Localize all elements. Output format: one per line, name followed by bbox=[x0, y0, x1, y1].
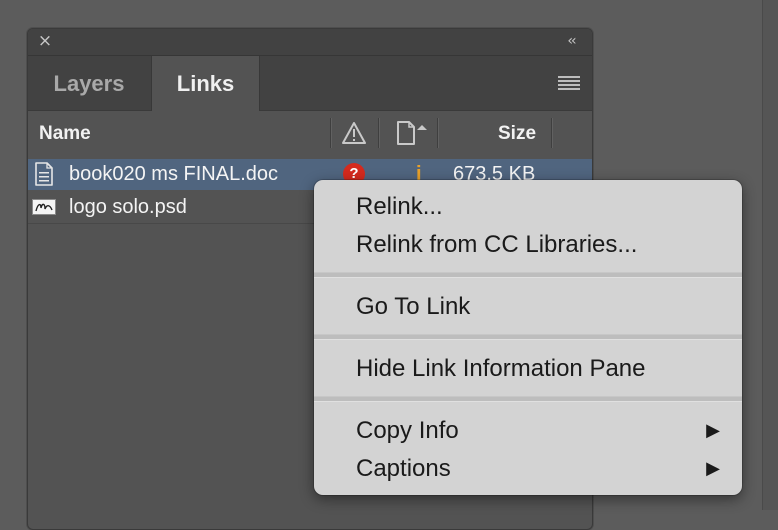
tab-layers[interactable]: Layers bbox=[28, 56, 150, 110]
menu-item-captions[interactable]: Captions ▶ bbox=[314, 450, 742, 488]
menu-item-go-to-link[interactable]: Go To Link bbox=[314, 288, 742, 326]
column-divider[interactable] bbox=[378, 118, 380, 148]
submenu-arrow-icon: ▶ bbox=[706, 458, 720, 479]
column-divider[interactable] bbox=[551, 118, 553, 148]
panel-menu-icon[interactable] bbox=[558, 76, 580, 90]
menu-separator bbox=[314, 272, 742, 278]
background-divider bbox=[762, 0, 778, 510]
link-name: book020 ms FINAL.doc bbox=[69, 163, 278, 185]
menu-item-copy-info[interactable]: Copy Info ▶ bbox=[314, 412, 742, 450]
menu-separator bbox=[314, 396, 742, 402]
panel-titlebar: × ‹‹ bbox=[28, 29, 592, 56]
warning-triangle-icon[interactable] bbox=[341, 121, 367, 145]
menu-item-label: Copy Info bbox=[356, 417, 459, 444]
column-header: Name Size bbox=[28, 111, 592, 155]
collapse-panel-icon[interactable]: ‹‹ bbox=[562, 33, 580, 49]
column-name-header[interactable]: Name bbox=[39, 111, 91, 157]
menu-item-label: Go To Link bbox=[356, 293, 471, 320]
column-size-header[interactable]: Size bbox=[498, 111, 536, 157]
menu-item-label: Hide Link Information Pane bbox=[356, 355, 646, 382]
menu-item-label: Relink... bbox=[356, 193, 443, 220]
tab-links[interactable]: Links bbox=[151, 56, 260, 111]
panel-tabbar: Layers Links bbox=[28, 56, 592, 111]
menu-item-relink[interactable]: Relink... bbox=[314, 188, 742, 226]
menu-separator bbox=[314, 334, 742, 340]
menu-item-relink-from-cc-libraries[interactable]: Relink from CC Libraries... bbox=[314, 226, 742, 264]
column-divider[interactable] bbox=[330, 118, 332, 148]
column-divider[interactable] bbox=[437, 118, 439, 148]
image-thumbnail bbox=[32, 199, 56, 215]
context-menu: Relink... Relink from CC Libraries... Go… bbox=[314, 180, 742, 495]
menu-item-label: Relink from CC Libraries... bbox=[356, 231, 638, 258]
submenu-arrow-icon: ▶ bbox=[706, 420, 720, 441]
menu-item-label: Captions bbox=[356, 455, 451, 482]
page-status-icon[interactable] bbox=[395, 120, 433, 146]
close-icon[interactable]: × bbox=[36, 32, 54, 50]
document-icon bbox=[33, 162, 55, 186]
link-name: logo solo.psd bbox=[69, 196, 187, 218]
menu-item-hide-link-information-pane[interactable]: Hide Link Information Pane bbox=[314, 350, 742, 388]
